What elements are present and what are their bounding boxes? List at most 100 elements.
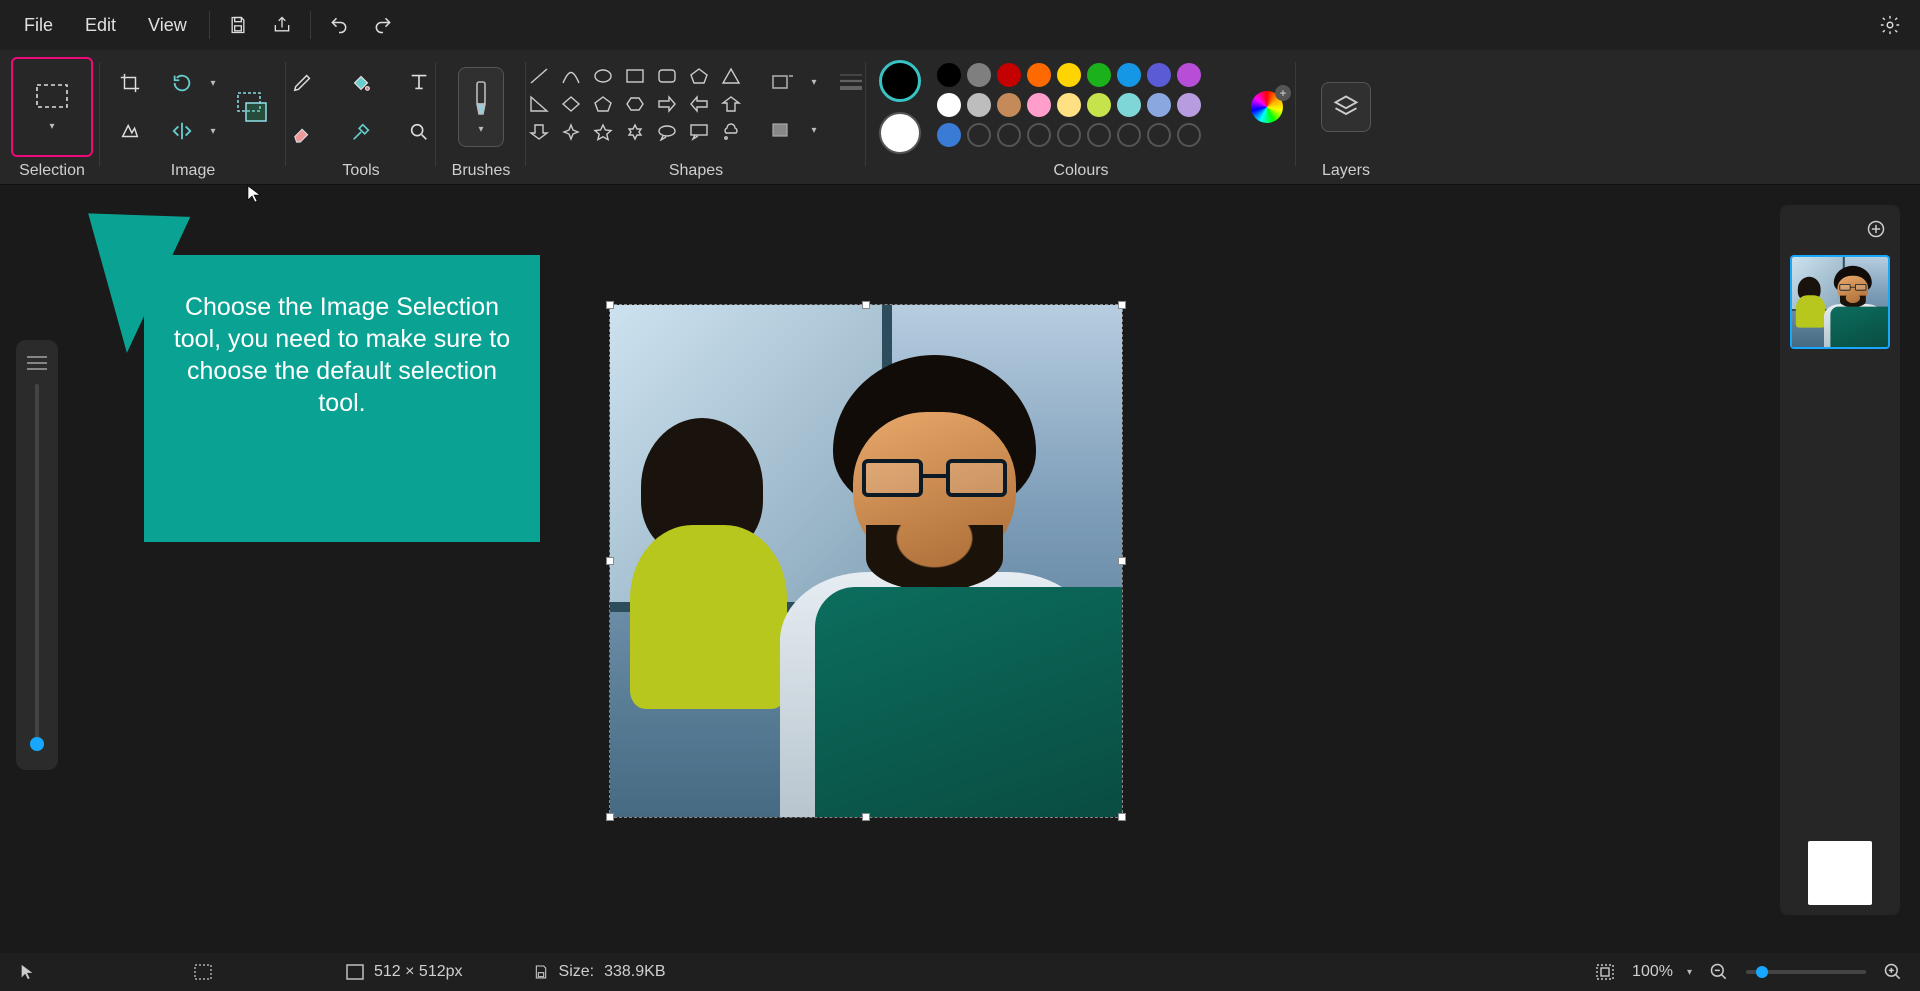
color-swatch[interactable]: [1177, 63, 1201, 87]
layer-thumbnail[interactable]: [1790, 255, 1890, 349]
color-swatch[interactable]: [1087, 93, 1111, 117]
menu-edit[interactable]: Edit: [69, 7, 132, 44]
color-swatch-empty[interactable]: [1147, 123, 1171, 147]
stroke-width-icon[interactable]: [831, 62, 871, 102]
eraser-icon[interactable]: [283, 112, 323, 152]
slider-thumb[interactable]: [30, 737, 44, 751]
resize-handle[interactable]: [606, 557, 614, 565]
secondary-color[interactable]: [879, 112, 921, 154]
primary-color[interactable]: [879, 60, 921, 102]
shape-oval-icon[interactable]: [589, 64, 617, 88]
shape-hexagon-icon[interactable]: [621, 92, 649, 116]
magic-select-icon[interactable]: [110, 111, 150, 151]
color-swatch[interactable]: [937, 63, 961, 87]
resize-handle[interactable]: [606, 813, 614, 821]
color-swatch-empty[interactable]: [967, 123, 991, 147]
color-swatch[interactable]: [1117, 93, 1141, 117]
canvas[interactable]: [610, 305, 1122, 817]
menu-view[interactable]: View: [132, 7, 203, 44]
add-layer-icon[interactable]: [1862, 215, 1890, 243]
color-swatch-empty[interactable]: [997, 123, 1021, 147]
color-swatch-empty[interactable]: [1027, 123, 1051, 147]
resize-handle[interactable]: [1118, 301, 1126, 309]
color-swatch-empty[interactable]: [1177, 123, 1201, 147]
color-swatch[interactable]: [997, 93, 1021, 117]
resize-handle[interactable]: [1118, 557, 1126, 565]
undo-icon[interactable]: [317, 3, 361, 47]
shape-arrow-left-icon[interactable]: [685, 92, 713, 116]
color-swatch[interactable]: [1147, 93, 1171, 117]
chevron-down-icon[interactable]: ▾: [210, 126, 215, 137]
zoom-in-icon[interactable]: [1880, 962, 1906, 982]
color-swatch[interactable]: [937, 123, 961, 147]
shape-rect-icon[interactable]: [621, 64, 649, 88]
color-swatch-empty[interactable]: [1117, 123, 1141, 147]
color-swatch[interactable]: [1087, 63, 1111, 87]
shape-diamond-icon[interactable]: [557, 92, 585, 116]
flip-icon[interactable]: [162, 111, 202, 151]
chevron-down-icon[interactable]: ▾: [811, 125, 816, 136]
shape-6star-icon[interactable]: [621, 120, 649, 144]
selection-tool-button[interactable]: ▾: [11, 57, 93, 157]
zoom-out-icon[interactable]: [1706, 962, 1732, 982]
edit-colors-icon[interactable]: [1251, 91, 1283, 123]
brush-tool-button[interactable]: ▾: [458, 67, 504, 147]
color-swatch[interactable]: [937, 93, 961, 117]
resize-handle[interactable]: [1118, 813, 1126, 821]
shape-line-icon[interactable]: [525, 64, 553, 88]
background-layer-thumbnail[interactable]: [1808, 841, 1872, 905]
shape-arrow-up-icon[interactable]: [717, 92, 745, 116]
color-picker-icon[interactable]: [341, 112, 381, 152]
shape-curve-icon[interactable]: [557, 64, 585, 88]
menu-file[interactable]: File: [8, 7, 69, 44]
crop-icon[interactable]: [110, 63, 150, 103]
shape-arrow-down-icon[interactable]: [525, 120, 553, 144]
chevron-down-icon[interactable]: ▾: [210, 78, 215, 89]
color-swatch[interactable]: [967, 93, 991, 117]
layers-button[interactable]: [1321, 82, 1371, 132]
chevron-down-icon[interactable]: ▾: [811, 77, 816, 88]
chevron-down-icon[interactable]: ▾: [1687, 967, 1692, 978]
share-icon[interactable]: [260, 3, 304, 47]
shape-4star-icon[interactable]: [557, 120, 585, 144]
color-swatch[interactable]: [1117, 63, 1141, 87]
resize-handle[interactable]: [862, 301, 870, 309]
resize-icon[interactable]: [228, 78, 276, 136]
color-swatch[interactable]: [1057, 63, 1081, 87]
shape-callout-round-icon[interactable]: [653, 120, 681, 144]
fit-screen-icon[interactable]: [1592, 963, 1618, 981]
color-swatch[interactable]: [967, 63, 991, 87]
rotate-icon[interactable]: [162, 63, 202, 103]
resize-handle[interactable]: [862, 813, 870, 821]
shape-polygon-icon[interactable]: [685, 64, 713, 88]
slider-thumb[interactable]: [1756, 966, 1768, 978]
shape-fill-icon[interactable]: [763, 110, 803, 150]
zoom-slider[interactable]: [1746, 970, 1866, 974]
shape-right-triangle-icon[interactable]: [525, 92, 553, 116]
color-swatch-empty[interactable]: [1087, 123, 1111, 147]
magnifier-icon[interactable]: [399, 112, 439, 152]
color-swatch-empty[interactable]: [1057, 123, 1081, 147]
save-icon[interactable]: [216, 3, 260, 47]
shape-triangle-icon[interactable]: [717, 64, 745, 88]
text-icon[interactable]: [399, 62, 439, 102]
color-swatch[interactable]: [1027, 93, 1051, 117]
color-swatch[interactable]: [997, 63, 1021, 87]
shape-outline-icon[interactable]: [763, 62, 803, 102]
shape-pentagon-icon[interactable]: [589, 92, 617, 116]
pencil-icon[interactable]: [283, 62, 323, 102]
shape-5star-icon[interactable]: [589, 120, 617, 144]
shape-roundrect-icon[interactable]: [653, 64, 681, 88]
brush-size-slider[interactable]: [35, 384, 39, 744]
color-swatch[interactable]: [1177, 93, 1201, 117]
color-swatch[interactable]: [1057, 93, 1081, 117]
resize-handle[interactable]: [606, 301, 614, 309]
fill-icon[interactable]: [341, 62, 381, 102]
settings-icon[interactable]: [1868, 3, 1912, 47]
shape-callout-cloud-icon[interactable]: [717, 120, 745, 144]
shape-callout-rect-icon[interactable]: [685, 120, 713, 144]
color-swatch[interactable]: [1147, 63, 1171, 87]
shape-arrow-right-icon[interactable]: [653, 92, 681, 116]
color-swatch[interactable]: [1027, 63, 1051, 87]
redo-icon[interactable]: [361, 3, 405, 47]
